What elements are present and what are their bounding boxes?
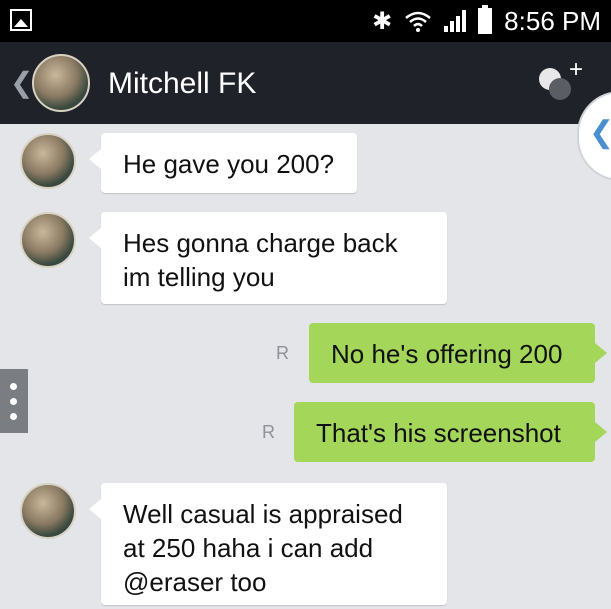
wifi-icon [405, 11, 431, 32]
contact-avatar[interactable] [32, 54, 90, 112]
message-incoming[interactable]: Hes gonna charge back im telling you [89, 212, 447, 304]
message-incoming[interactable]: Well casual is appraised at 250 haha i c… [89, 483, 447, 605]
avatar[interactable] [20, 133, 76, 189]
avatar[interactable] [20, 483, 76, 539]
status-bar: ✱ 8:56 PM [0, 0, 611, 42]
avatar[interactable] [20, 212, 76, 268]
read-receipt-icon: R [262, 422, 275, 442]
gallery-icon [10, 9, 32, 31]
battery-icon [478, 5, 493, 34]
add-person-icon[interactable]: + [533, 56, 583, 104]
read-receipt-icon: R [276, 343, 289, 363]
signal-icon [444, 10, 467, 32]
chat-header: ❮ Mitchell FK + [0, 42, 611, 124]
status-time: 8:56 PM [504, 5, 601, 36]
chevron-left-icon: ❮ [589, 115, 611, 150]
message-incoming[interactable]: He gave you 200? [89, 133, 357, 193]
contact-name[interactable]: Mitchell FK [108, 67, 256, 101]
side-menu-handle[interactable] [0, 369, 28, 433]
back-chevron-icon[interactable]: ❮ [10, 66, 33, 99]
status-icons: ✱ 8:56 PM [372, 0, 601, 42]
message-outgoing[interactable]: That's his screenshot [294, 402, 607, 462]
bluetooth-icon: ✱ [372, 7, 393, 35]
message-outgoing[interactable]: No he's offering 200 [309, 323, 607, 383]
